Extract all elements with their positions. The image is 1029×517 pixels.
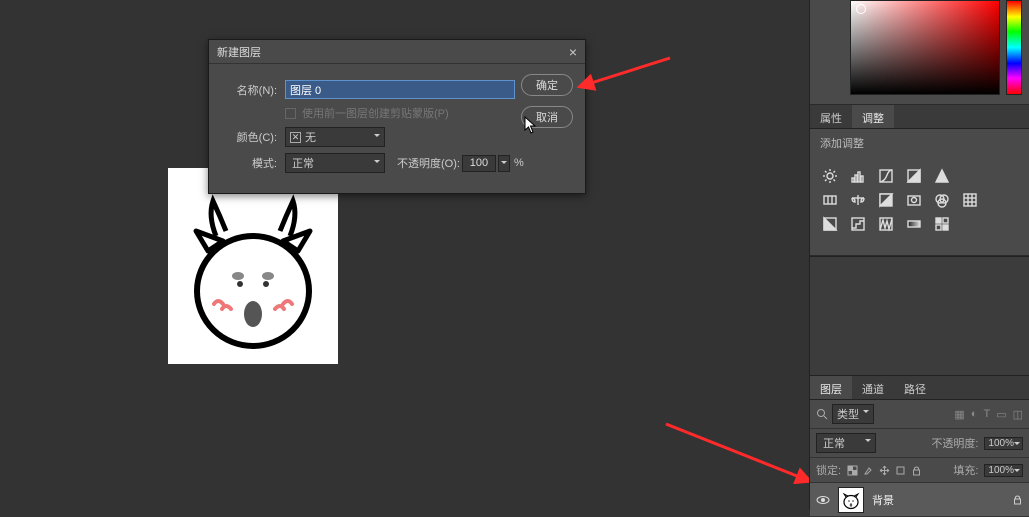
- tab-properties[interactable]: 属性: [810, 105, 852, 128]
- invert-icon[interactable]: [820, 215, 840, 233]
- tab-layers[interactable]: 图层: [810, 376, 852, 399]
- color-label: 颜色(C):: [221, 129, 277, 145]
- empty-panel-area: [810, 256, 1029, 376]
- channel-mixer-icon[interactable]: [932, 191, 952, 209]
- filter-shape-icon[interactable]: ▭: [996, 408, 1006, 421]
- exposure-icon[interactable]: [904, 167, 924, 185]
- blend-mode-dropdown[interactable]: 正常: [816, 433, 876, 453]
- hue-icon[interactable]: [820, 191, 840, 209]
- opacity-input[interactable]: [462, 155, 496, 172]
- clip-mask-checkbox: [285, 108, 296, 119]
- color-picker-panel: [810, 0, 1029, 105]
- search-icon[interactable]: [816, 408, 828, 420]
- color-value: 无: [305, 129, 316, 145]
- mode-dropdown[interactable]: 正常: [285, 153, 385, 173]
- filter-kind-dropdown[interactable]: 类型: [832, 404, 874, 424]
- layers-panel: 图层 通道 路径 类型 ▦ ◐ T ▭ ◫ 正常 不透明度: 100% 锁定:: [810, 376, 1029, 517]
- levels-icon[interactable]: [848, 167, 868, 185]
- lock-all-icon[interactable]: [911, 465, 922, 476]
- ok-button[interactable]: 确定: [521, 74, 573, 96]
- opacity-value[interactable]: 100%: [984, 437, 1023, 450]
- lock-artboard-icon[interactable]: [895, 465, 906, 476]
- layer-thumbnail: [838, 487, 864, 513]
- hue-slider[interactable]: [1006, 0, 1022, 95]
- annotation-arrow: [582, 52, 672, 107]
- right-panels: 属性 调整 添加调整: [809, 0, 1029, 510]
- cancel-button[interactable]: 取消: [521, 106, 573, 128]
- filter-smart-icon[interactable]: ◫: [1013, 408, 1023, 421]
- layer-name: 背景: [872, 492, 894, 508]
- filter-type-icon[interactable]: T: [983, 408, 990, 421]
- tab-channels[interactable]: 通道: [852, 376, 894, 399]
- mode-label: 模式:: [221, 155, 277, 171]
- clip-mask-label: 使用前一图层创建剪贴蒙版(P): [302, 105, 449, 121]
- adjustments-panel: 属性 调整 添加调整: [810, 105, 1029, 256]
- posterize-icon[interactable]: [848, 215, 868, 233]
- none-swatch-icon: ✕: [290, 132, 301, 143]
- visibility-eye-icon[interactable]: [816, 493, 830, 507]
- annotation-arrow: [660, 418, 810, 493]
- lock-pixels-icon[interactable]: [863, 465, 874, 476]
- opacity-suffix: %: [514, 157, 524, 169]
- photo-filter-icon[interactable]: [904, 191, 924, 209]
- color-dropdown[interactable]: ✕ 无: [285, 127, 385, 147]
- brightness-icon[interactable]: [820, 167, 840, 185]
- layer-row-background[interactable]: 背景: [810, 483, 1029, 517]
- bw-icon[interactable]: [876, 191, 896, 209]
- name-label: 名称(N):: [221, 82, 277, 98]
- lookup-icon[interactable]: [960, 191, 980, 209]
- selective-color-icon[interactable]: [932, 215, 952, 233]
- lock-label: 锁定:: [816, 462, 841, 478]
- adjustments-subtitle: 添加调整: [810, 129, 1029, 157]
- dialog-titlebar[interactable]: 新建图层 ×: [209, 40, 585, 64]
- close-icon[interactable]: ×: [569, 45, 577, 59]
- threshold-icon[interactable]: [876, 215, 896, 233]
- opacity-label: 不透明度:: [931, 435, 978, 451]
- lock-icon: [1012, 494, 1023, 505]
- fill-label: 填充:: [953, 462, 978, 478]
- lock-position-icon[interactable]: [879, 465, 890, 476]
- color-field[interactable]: [850, 0, 1000, 95]
- tab-paths[interactable]: 路径: [894, 376, 936, 399]
- filter-pixel-icon[interactable]: ▦: [954, 408, 964, 421]
- canvas-image: [168, 168, 338, 364]
- tab-adjustments[interactable]: 调整: [852, 105, 894, 128]
- new-layer-dialog: 新建图层 × 确定 取消 名称(N): 使用前一图层创建剪贴蒙版(P) 颜色(C…: [208, 39, 586, 194]
- layer-name-input[interactable]: [285, 80, 515, 99]
- color-picker-cursor: [856, 4, 866, 14]
- opacity-label: 不透明度(O):: [397, 155, 460, 171]
- fill-value[interactable]: 100%: [984, 464, 1023, 477]
- curves-icon[interactable]: [876, 167, 896, 185]
- lock-transparency-icon[interactable]: [847, 465, 858, 476]
- gradient-map-icon[interactable]: [904, 215, 924, 233]
- balance-icon[interactable]: [848, 191, 868, 209]
- filter-adjust-icon[interactable]: ◐: [971, 408, 978, 421]
- vibrance-icon[interactable]: [932, 167, 952, 185]
- dialog-title: 新建图层: [217, 44, 261, 60]
- opacity-dropdown[interactable]: [498, 155, 510, 172]
